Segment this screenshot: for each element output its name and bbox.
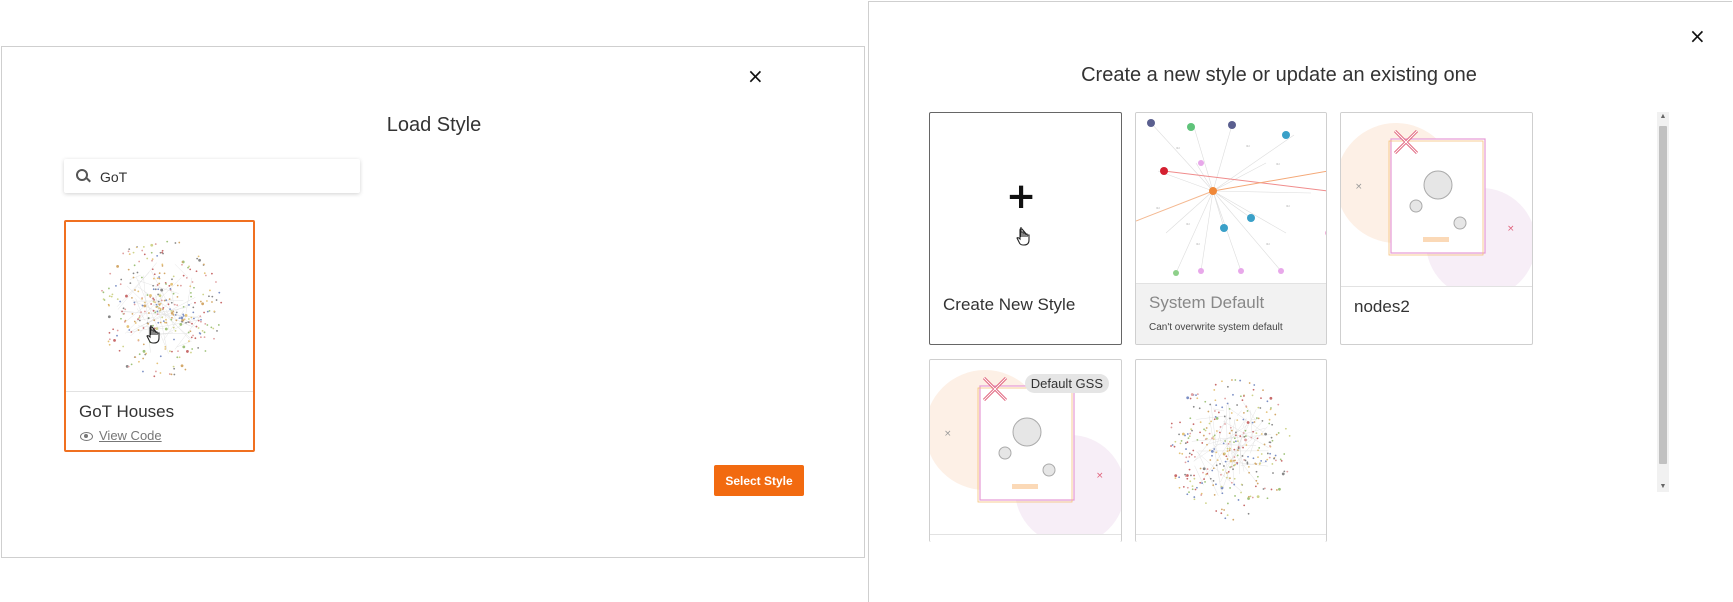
style-card-default-gss[interactable]: × × Default GSS <box>929 359 1122 542</box>
svg-text:×: × <box>944 429 952 439</box>
svg-text:lbl: lbl <box>1196 242 1200 246</box>
eye-icon <box>80 432 93 442</box>
dialog-title: Create a new style or update an existing… <box>1081 64 1477 86</box>
card-footer <box>1136 534 1326 542</box>
create-style-dialog: × Create a new style or update an existi… <box>868 1 1732 602</box>
style-card-got-houses[interactable]: GoT Houses View Code <box>64 220 255 452</box>
svg-text:lbl: lbl <box>1246 144 1250 148</box>
style-thumbnail: × × <box>1341 113 1532 298</box>
svg-text:lbl: lbl <box>1276 162 1280 166</box>
card-title: nodes2 <box>1354 297 1410 316</box>
default-gss-badge: Default GSS <box>1024 374 1109 393</box>
graph-thumbnail <box>1136 360 1326 534</box>
svg-text:×: × <box>1507 224 1515 234</box>
pointer-hand-icon <box>146 325 160 344</box>
card-title: GoT Houses <box>79 402 175 421</box>
card-footer <box>930 534 1121 542</box>
scrollbar[interactable]: ▲ ▼ <box>1657 112 1669 492</box>
view-code-label: View Code <box>99 428 162 443</box>
create-new-style-card[interactable]: + Create New Style <box>929 112 1122 345</box>
svg-text:lbl: lbl <box>1156 206 1160 210</box>
scroll-down-icon[interactable]: ▼ <box>1658 482 1668 492</box>
plus-icon: + <box>1006 176 1037 217</box>
close-icon[interactable]: × <box>747 66 764 86</box>
dialog-title: Load Style <box>386 114 482 136</box>
system-default-card: lbl lbl lbl lbl lbl lbl lbl lbl System Defaul… <box>1135 112 1327 345</box>
load-style-dialog: × Load Style GoT Houses View Code Select… <box>1 46 865 558</box>
style-card-nodes2[interactable]: × × nodes2 <box>1340 112 1533 345</box>
svg-text:lbl: lbl <box>1286 204 1290 208</box>
card-footer: nodes2 <box>1341 286 1532 344</box>
view-code-link[interactable]: View Code <box>80 428 162 443</box>
overwrite-note: Can't overwrite system default <box>1149 322 1283 333</box>
svg-text:×: × <box>1355 182 1363 192</box>
card-title: Create New Style <box>943 295 1076 314</box>
card-title: System Default <box>1149 293 1265 312</box>
style-card-graph[interactable] <box>1135 359 1327 542</box>
svg-text:lbl: lbl <box>1176 146 1180 150</box>
graph-thumbnail: lbl lbl lbl lbl lbl lbl lbl lbl <box>1136 113 1326 285</box>
search-icon <box>76 169 88 181</box>
card-footer: System Default Can't overwrite system de… <box>1136 283 1326 344</box>
search-box <box>64 159 360 193</box>
select-style-button[interactable]: Select Style <box>714 465 804 496</box>
svg-text:×: × <box>1096 471 1104 481</box>
graph-thumbnail <box>66 222 253 394</box>
pointer-hand-icon <box>1016 227 1030 246</box>
scroll-thumb[interactable] <box>1659 126 1667 464</box>
svg-text:lbl: lbl <box>1186 222 1190 226</box>
svg-text:lbl: lbl <box>1266 242 1270 246</box>
scroll-up-icon[interactable]: ▲ <box>1658 112 1668 122</box>
close-icon[interactable]: × <box>1689 26 1706 46</box>
card-footer: GoT Houses View Code <box>66 391 253 450</box>
search-input[interactable] <box>98 165 342 189</box>
